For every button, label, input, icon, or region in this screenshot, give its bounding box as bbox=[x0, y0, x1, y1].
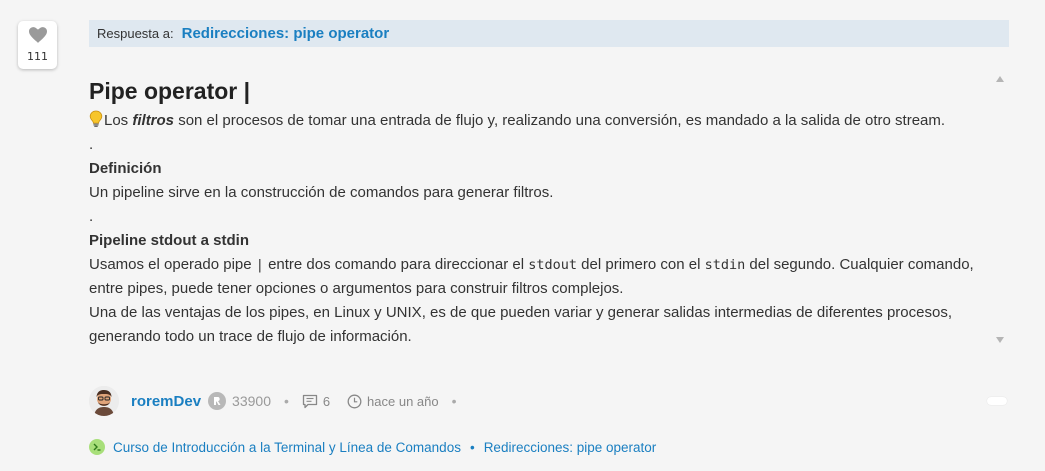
intro-paragraph: Los filtros son el procesos de tomar una… bbox=[89, 109, 989, 133]
replies-count-value: 6 bbox=[322, 393, 331, 409]
reply-label: Respuesta a: bbox=[97, 26, 174, 41]
course-icon bbox=[89, 439, 105, 455]
meta-separator: • bbox=[451, 393, 457, 409]
separator-dot: . bbox=[89, 208, 94, 225]
breadcrumb-course-link[interactable]: Curso de Introducción a la Terminal y Lí… bbox=[113, 440, 461, 455]
filtros-emphasis: filtros bbox=[132, 112, 175, 129]
author-name[interactable]: roremDev bbox=[131, 393, 201, 410]
pipeline-text: entre dos comando para direccionar el bbox=[263, 256, 529, 273]
lightbulb-icon bbox=[89, 110, 103, 127]
post-time: hace un año bbox=[347, 394, 439, 409]
inline-code: stdin bbox=[704, 257, 746, 273]
intro-text-start: Los bbox=[104, 112, 133, 129]
like-widget[interactable]: 111 bbox=[18, 21, 57, 69]
scroll-down-icon[interactable] bbox=[996, 337, 1004, 343]
intro-text-rest: son el procesos de tomar una entrada de … bbox=[174, 112, 946, 129]
pipeline-heading-text: Pipeline stdout a stdin bbox=[89, 232, 250, 249]
pipeline-text: del primero con el bbox=[577, 256, 705, 273]
definition-heading: Definición bbox=[89, 157, 989, 181]
post-time-text: hace un año bbox=[367, 393, 439, 409]
scroll-up-icon[interactable] bbox=[996, 76, 1004, 82]
meta-separator: • bbox=[283, 393, 289, 409]
replies-count[interactable]: 6 bbox=[302, 394, 330, 409]
avatar-image bbox=[89, 386, 119, 416]
reply-parent-link[interactable]: Redirecciones: pipe operator bbox=[182, 25, 390, 42]
author-points: 33900 bbox=[232, 393, 271, 409]
options-pill[interactable] bbox=[987, 397, 1007, 405]
like-count: 111 bbox=[27, 50, 48, 63]
post-content: Pipe operator | Los filtros son el proce… bbox=[89, 72, 989, 352]
reply-to-bar: Respuesta a: Redirecciones: pipe operato… bbox=[89, 20, 1009, 47]
pipeline-text: Usamos el operado pipe bbox=[89, 256, 256, 273]
rank-icon bbox=[208, 392, 227, 410]
inline-code: stdout bbox=[528, 257, 578, 273]
pipeline-heading: Pipeline stdout a stdin bbox=[89, 229, 989, 253]
inline-code: | bbox=[255, 257, 264, 273]
avatar[interactable] bbox=[89, 386, 119, 416]
breadcrumb-separator: • bbox=[469, 439, 475, 455]
post-title: Pipe operator | bbox=[89, 78, 251, 104]
author-row: roremDev 33900 • 6 • hace un año • bbox=[89, 385, 1019, 417]
clock-icon bbox=[347, 394, 362, 408]
pipeline-paragraph: Usamos el operado pipe | entre dos coman… bbox=[89, 253, 989, 301]
breadcrumb: Curso de Introducción a la Terminal y Lí… bbox=[89, 437, 656, 457]
heart-icon[interactable] bbox=[28, 27, 47, 43]
definition-text: Un pipeline sirve en la construcción de … bbox=[89, 184, 554, 201]
breadcrumb-lesson-link[interactable]: Redirecciones: pipe operator bbox=[484, 440, 657, 455]
advantages-paragraph: Una de las ventajas de los pipes, en Lin… bbox=[89, 304, 952, 345]
definition-heading-text: Definición bbox=[89, 160, 162, 177]
comment-icon bbox=[302, 394, 318, 408]
separator-dot: . bbox=[89, 136, 94, 153]
